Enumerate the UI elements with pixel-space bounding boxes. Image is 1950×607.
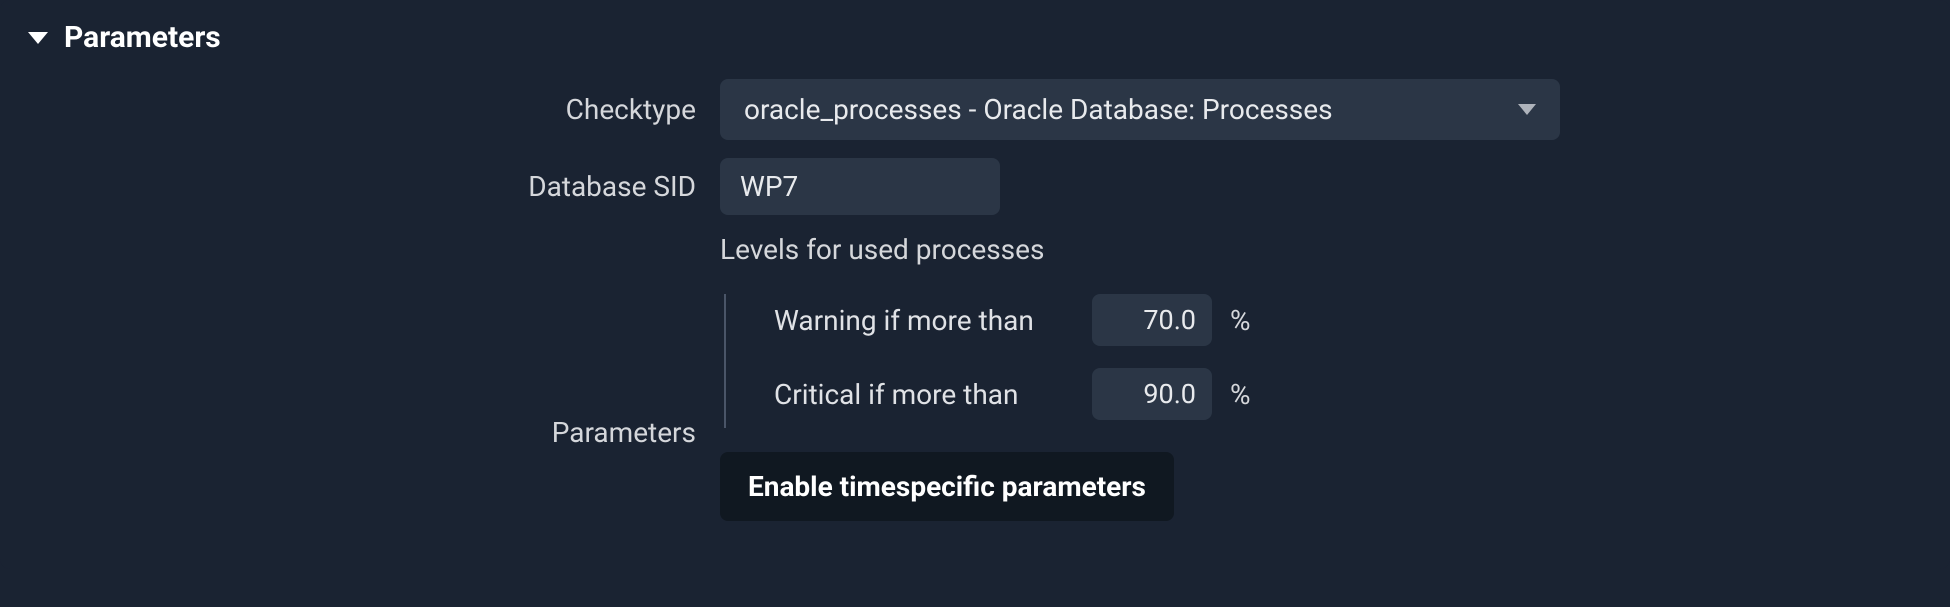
warning-row: Warning if more than % bbox=[750, 294, 1251, 346]
enable-timespecific-button[interactable]: Enable timespecific parameters bbox=[720, 452, 1174, 521]
parameters-block: Levels for used processes Warning if mor… bbox=[720, 233, 1251, 521]
parameters-label: Parameters bbox=[40, 306, 720, 449]
row-parameters: Parameters Levels for used processes War… bbox=[40, 233, 1910, 521]
form: Checktype oracle_processes - Oracle Data… bbox=[0, 79, 1950, 569]
chevron-down-icon bbox=[1518, 104, 1536, 115]
row-checktype: Checktype oracle_processes - Oracle Data… bbox=[40, 79, 1910, 140]
checktype-value: oracle_processes - Oracle Database: Proc… bbox=[744, 93, 1333, 126]
levels-title: Levels for used processes bbox=[720, 233, 1251, 266]
critical-row: Critical if more than % bbox=[750, 368, 1251, 420]
warning-input[interactable] bbox=[1092, 294, 1212, 346]
checktype-label: Checktype bbox=[40, 93, 720, 126]
levels-block: Warning if more than % Critical if more … bbox=[724, 294, 1251, 428]
warning-label: Warning if more than bbox=[774, 304, 1074, 337]
sid-input[interactable] bbox=[720, 158, 1000, 215]
parameters-panel: Parameters Checktype oracle_processes - … bbox=[0, 0, 1950, 569]
checktype-select[interactable]: oracle_processes - Oracle Database: Proc… bbox=[720, 79, 1560, 140]
panel-header[interactable]: Parameters bbox=[0, 0, 1950, 79]
warning-unit: % bbox=[1230, 304, 1251, 337]
panel-title: Parameters bbox=[64, 20, 221, 55]
critical-input[interactable] bbox=[1092, 368, 1212, 420]
caret-down-icon bbox=[28, 32, 48, 44]
row-sid: Database SID bbox=[40, 158, 1910, 215]
critical-label: Critical if more than bbox=[774, 378, 1074, 411]
critical-unit: % bbox=[1230, 378, 1251, 411]
sid-label: Database SID bbox=[40, 170, 720, 203]
